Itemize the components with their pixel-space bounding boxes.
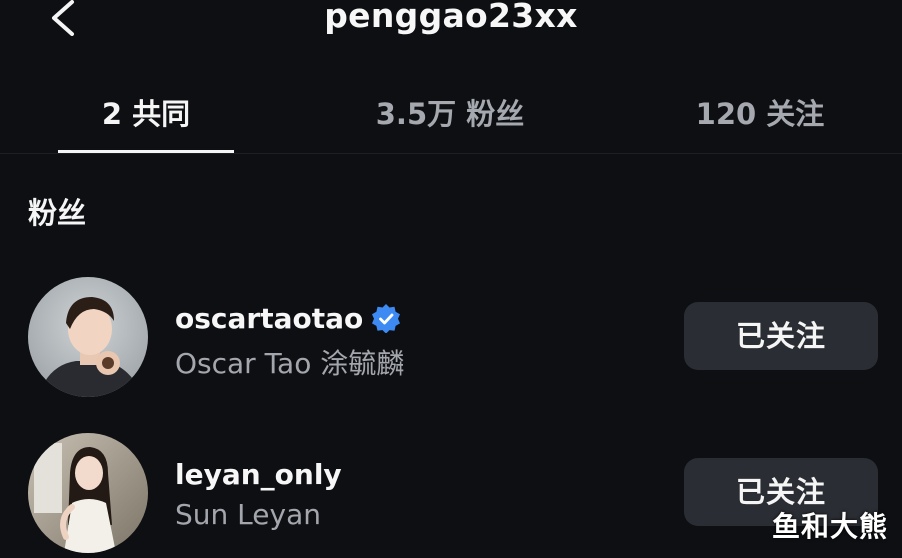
display-name: Sun Leyan [175, 498, 321, 531]
tab-bar: 2 共同 3.5万 粉丝 120 关注 [0, 78, 902, 154]
verified-badge-icon [372, 304, 401, 333]
tab-following[interactable]: 120 关注 [660, 84, 860, 144]
avatar[interactable] [28, 277, 148, 397]
username: leyan_only [175, 457, 342, 491]
display-name: Oscar Tao 涂毓麟 [175, 347, 405, 380]
section-title: 粉丝 [28, 196, 87, 230]
top-header: penggao23xx [0, 0, 902, 40]
page-title: penggao23xx [324, 0, 578, 35]
list-item: leyan_only Sun Leyan 已关注 [0, 428, 902, 558]
following-button[interactable]: 已关注 [684, 302, 878, 370]
watermark: 鱼和大熊 [772, 510, 889, 543]
avatar[interactable] [28, 433, 148, 553]
list-item: oscartaotao Oscar Tao 涂毓麟 已关注 [0, 272, 902, 402]
username-line[interactable]: oscartaotao [175, 298, 401, 338]
tab-followers[interactable]: 3.5万 粉丝 [330, 84, 570, 144]
tabs-divider [0, 153, 902, 154]
username-line[interactable]: leyan_only [175, 454, 342, 494]
username: oscartaotao [175, 301, 364, 335]
tab-mutual[interactable]: 2 共同 [58, 84, 234, 144]
